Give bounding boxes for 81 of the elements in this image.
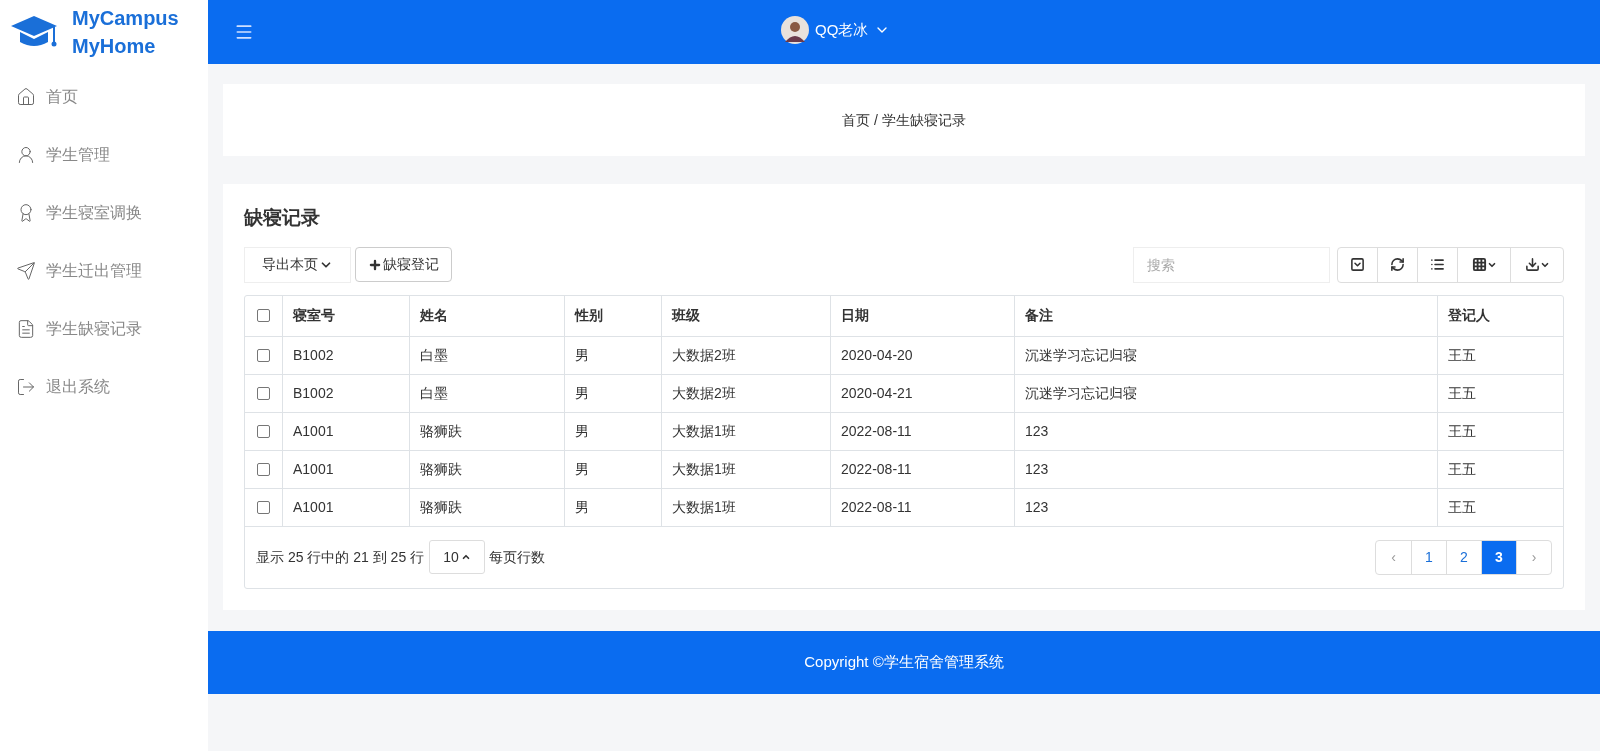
prev-page[interactable]: ‹ xyxy=(1376,540,1412,574)
table-cell-text: 123 xyxy=(1025,421,1049,441)
logo-text: MyHome xyxy=(72,34,157,59)
table-cell-text: 大数据1班 xyxy=(672,421,736,441)
caret-icon xyxy=(460,552,471,562)
next-page[interactable]: › xyxy=(1517,540,1551,574)
sidebar-item[interactable]: 学生迁出管理 xyxy=(0,242,208,300)
table-cell-text: 大数据2班 xyxy=(672,383,736,403)
column-header: 备注 xyxy=(1025,306,1053,325)
table-cell-text: 沉迷学习忘记归寝 xyxy=(1025,345,1137,365)
grid-icon xyxy=(1471,257,1487,272)
table-cell-text: 王五 xyxy=(1448,345,1476,365)
sidebar-item[interactable]: 退出系统 xyxy=(0,358,208,416)
checkbox[interactable] xyxy=(257,348,270,362)
table-cell-text: B1002 xyxy=(293,345,334,365)
checkbox[interactable] xyxy=(257,462,270,476)
table-cell-text: 男 xyxy=(575,345,589,365)
table-cell-text: 2020-04-20 xyxy=(841,345,913,365)
document-icon xyxy=(16,319,36,339)
table-cell-text: 骆狮趺 xyxy=(420,459,462,479)
checkbox[interactable] xyxy=(257,424,270,438)
table-cell-text: 沉迷学习忘记归寝 xyxy=(1025,383,1137,403)
sidebar-item[interactable]: 学生缺寝记录 xyxy=(0,300,208,358)
avatar xyxy=(781,16,809,44)
person-icon xyxy=(16,145,36,165)
table-cell-text: 123 xyxy=(1025,459,1049,479)
table-cell-text: A1001 xyxy=(293,497,334,517)
breadcrumb: 首页 / 学生缺寝记录 xyxy=(842,110,966,130)
table-cell-text: 大数据2班 xyxy=(672,345,736,365)
table-cell-text: 骆狮趺 xyxy=(420,497,462,517)
table-cell-text: 白墨 xyxy=(420,345,448,365)
table-cell-text: 王五 xyxy=(1448,383,1476,403)
column-header: 姓名 xyxy=(420,306,448,325)
table-cell-text: 大数据1班 xyxy=(672,459,736,479)
pagination-info: 显示 25 行中的 21 到 25 行 xyxy=(256,547,425,567)
table-cell-text: 大数据1班 xyxy=(672,497,736,517)
checkbox[interactable] xyxy=(257,386,270,400)
table-cell-text: A1001 xyxy=(293,421,334,441)
table-cell-text: 123 xyxy=(1025,497,1049,517)
download-icon xyxy=(1524,257,1540,272)
sidebar-item[interactable]: 首页 xyxy=(0,68,208,126)
column-header: 性别 xyxy=(575,306,603,325)
table-cell-text: 男 xyxy=(575,383,589,403)
sidebar-item[interactable]: 学生寝室调换 xyxy=(0,184,208,242)
checkbox[interactable] xyxy=(257,500,270,514)
column-header: 登记人 xyxy=(1448,306,1490,325)
column-header: 日期 xyxy=(841,306,869,325)
page-link[interactable]: 1 xyxy=(1412,540,1447,574)
column-header: 班级 xyxy=(672,306,700,325)
copyright-text: Copyright ©学生宿舍管理系统 xyxy=(804,651,1004,672)
page-size-select[interactable]: 10 xyxy=(429,540,486,574)
table-cell-text: 男 xyxy=(575,421,589,441)
table-cell-text: 王五 xyxy=(1448,497,1476,517)
panel-title: 缺寝记录 xyxy=(244,206,321,230)
user-menu[interactable]: QQ老冰 xyxy=(781,16,891,44)
export-select[interactable]: 导出本页 xyxy=(244,246,351,283)
table-cell-text: 2022-08-11 xyxy=(841,497,912,517)
column-header: 寝室号 xyxy=(293,306,335,325)
page-link[interactable]: 3 xyxy=(1482,540,1517,574)
table-cell-text: 男 xyxy=(575,497,589,517)
table-cell-text: 王五 xyxy=(1448,421,1476,441)
search-field[interactable]: 搜索 xyxy=(1133,246,1330,283)
send-icon xyxy=(16,261,36,281)
home-icon xyxy=(16,87,36,107)
logout-icon xyxy=(16,377,36,397)
table-cell-text: 2022-08-11 xyxy=(841,421,912,441)
plus-icon xyxy=(368,257,382,272)
per-page-label: 每页行数 xyxy=(489,547,546,567)
table-cell-text: 王五 xyxy=(1448,459,1476,479)
add-record-button[interactable]: 缺寝登记 xyxy=(355,247,452,282)
table-cell-text: 骆狮趺 xyxy=(420,421,462,441)
table-cell-text: B1002 xyxy=(293,383,334,403)
table-cell-text: 2020-04-21 xyxy=(841,383,913,403)
table-cell-text: 男 xyxy=(575,459,589,479)
menu-icon[interactable] xyxy=(234,22,254,42)
table-cell-text: 2022-08-11 xyxy=(841,459,912,479)
table-cell-text: 白墨 xyxy=(420,383,448,403)
sidebar-item[interactable]: 学生管理 xyxy=(0,126,208,184)
table-cell-text: A1001 xyxy=(293,459,334,479)
checkbox[interactable] xyxy=(257,309,270,322)
logo-text: MyCampus xyxy=(72,6,179,31)
